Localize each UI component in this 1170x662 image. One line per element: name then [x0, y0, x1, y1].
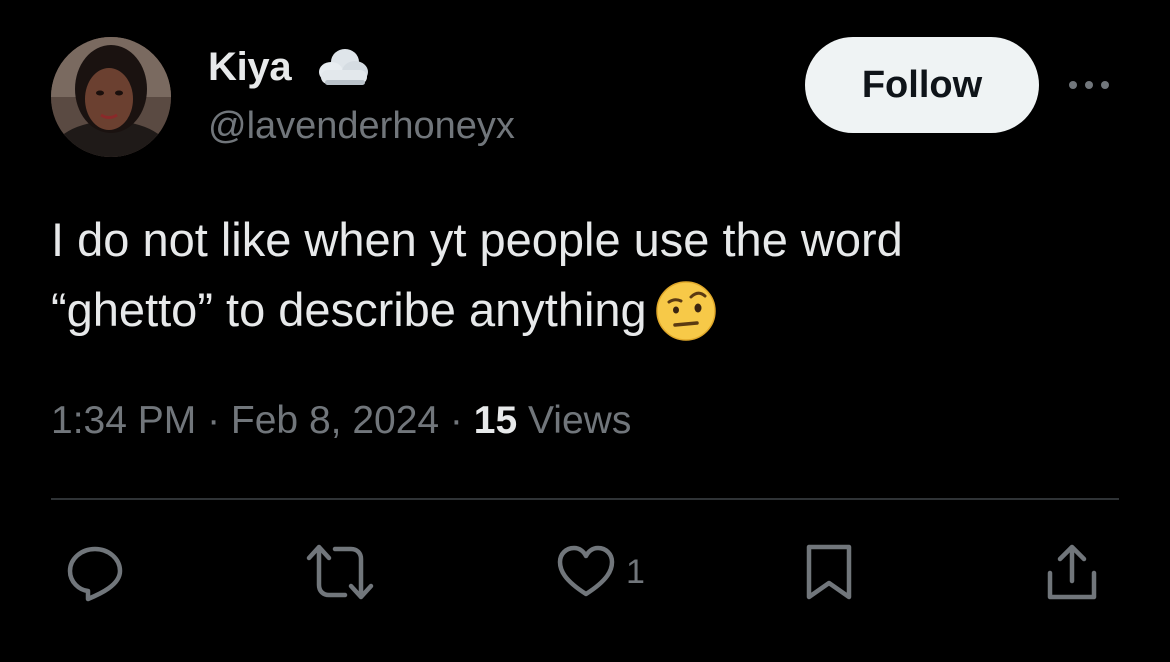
tweet-text-line-2: “ghetto” to describe anything [51, 283, 647, 336]
heart-icon [557, 545, 615, 597]
views-count: 15 [473, 399, 518, 442]
tweet-time[interactable]: 1:34 PM [51, 399, 196, 442]
share-button[interactable] [1044, 540, 1100, 604]
reply-icon [67, 546, 123, 602]
meta-separator: · [439, 399, 474, 442]
tweet-text-line-1: I do not like when yt people use the wor… [51, 213, 903, 266]
share-icon [1047, 544, 1097, 600]
views-label: Views [517, 399, 632, 442]
tweet: Kiya @lavenderhoneyx Follow I do not lik… [0, 0, 1170, 662]
author-display-name[interactable]: Kiya [208, 42, 292, 92]
reply-button[interactable] [64, 540, 126, 604]
tweet-date[interactable]: Feb 8, 2024 [231, 399, 439, 442]
tweet-text-line-2-wrap: “ghetto” to describe anything [51, 275, 1051, 345]
retweet-icon [306, 544, 374, 600]
follow-button[interactable]: Follow [805, 37, 1039, 133]
bookmark-button[interactable] [803, 540, 855, 604]
bookmark-icon [806, 544, 852, 600]
face-with-raised-eyebrow-icon [655, 280, 717, 342]
cloud-icon [313, 42, 373, 92]
tweet-meta: 1:34 PM · Feb 8, 2024 · 15 Views [51, 396, 631, 446]
like-button[interactable]: 1 [556, 540, 645, 604]
tweet-text: I do not like when yt people use the wor… [51, 205, 1051, 345]
more-options-icon[interactable] [1064, 70, 1114, 100]
like-count: 1 [626, 552, 645, 591]
meta-separator: · [196, 399, 231, 442]
divider [51, 498, 1119, 500]
author-handle[interactable]: @lavenderhoneyx [208, 102, 515, 150]
avatar[interactable] [51, 37, 171, 157]
retweet-button[interactable] [305, 540, 375, 604]
avatar-image [51, 37, 171, 157]
